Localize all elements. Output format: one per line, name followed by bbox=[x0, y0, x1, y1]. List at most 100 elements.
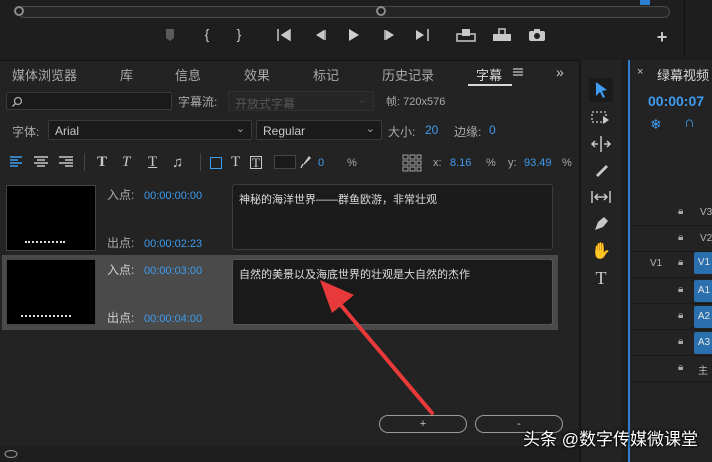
out-point-time[interactable]: 00:00:04:00 bbox=[144, 313, 202, 325]
tab-info[interactable]: 信息 bbox=[175, 65, 201, 84]
background-box-icon[interactable] bbox=[210, 157, 222, 169]
caption-stream-value: 开放式字幕 bbox=[235, 97, 296, 111]
tab-markers[interactable]: 标记 bbox=[313, 65, 339, 84]
type-tool-icon[interactable]: T bbox=[589, 266, 613, 290]
font-family-dropdown[interactable]: Arial ⌄ bbox=[48, 120, 252, 140]
lock-icon[interactable]: 🔒︎ bbox=[678, 206, 683, 217]
font-style-dropdown[interactable]: Regular ⌄ bbox=[256, 120, 382, 140]
tab-media-browser[interactable]: 媒体浏览器 bbox=[12, 65, 77, 84]
selection-tool-icon[interactable] bbox=[589, 78, 613, 102]
lock-icon[interactable]: 🔒︎ bbox=[678, 284, 683, 295]
tab-libraries[interactable]: 库 bbox=[120, 65, 133, 84]
track-target-v1[interactable]: V1 bbox=[694, 252, 712, 274]
export-frame-icon[interactable] bbox=[528, 28, 546, 42]
in-point-time[interactable]: 00:00:00:00 bbox=[144, 190, 202, 202]
caption-thumbnail[interactable] bbox=[6, 185, 96, 251]
status-bar bbox=[0, 446, 578, 462]
divider bbox=[200, 153, 201, 171]
sequence-title[interactable]: 绿幕视频 bbox=[657, 65, 709, 84]
track-target-a3[interactable]: A3 bbox=[694, 332, 712, 354]
lock-icon[interactable]: 🔒︎ bbox=[678, 362, 683, 373]
caption-stream-label: 字幕流: bbox=[178, 95, 218, 109]
edge-value[interactable]: 0 bbox=[489, 123, 496, 137]
go-to-out-icon[interactable] bbox=[414, 28, 430, 42]
mark-in-icon[interactable]: { bbox=[200, 26, 214, 42]
pen-tool-icon[interactable] bbox=[589, 212, 613, 236]
marker-icon[interactable] bbox=[164, 28, 178, 44]
align-right-icon[interactable] bbox=[58, 155, 74, 169]
y-position-value[interactable]: 93.49 bbox=[524, 157, 552, 169]
track-target-a2[interactable]: A2 bbox=[694, 306, 712, 328]
close-icon[interactable]: × bbox=[637, 66, 643, 78]
scrub-start-handle[interactable] bbox=[14, 6, 24, 16]
lock-icon[interactable]: 🔒︎ bbox=[678, 232, 683, 243]
out-point-label: 出点: bbox=[107, 236, 135, 250]
go-to-in-icon[interactable] bbox=[276, 28, 292, 42]
opacity-unit: % bbox=[347, 157, 357, 169]
y-unit: % bbox=[562, 157, 572, 169]
panel-overflow-icon[interactable]: » bbox=[556, 64, 564, 80]
playhead-scrubber[interactable] bbox=[18, 6, 670, 18]
mark-out-icon[interactable]: } bbox=[232, 26, 246, 42]
search-icon bbox=[11, 96, 23, 108]
tab-effects[interactable]: 效果 bbox=[244, 65, 270, 84]
position-grid-icon[interactable] bbox=[402, 154, 422, 172]
text-color-icon[interactable]: T bbox=[231, 154, 240, 171]
step-back-icon[interactable] bbox=[312, 28, 328, 42]
text-outline-icon[interactable]: T bbox=[250, 156, 262, 169]
lock-icon[interactable]: 🔒︎ bbox=[678, 257, 683, 268]
track-row-master: 🔒︎ 主 bbox=[630, 356, 712, 382]
align-center-icon[interactable] bbox=[33, 155, 49, 169]
caption-thumbnail[interactable] bbox=[6, 259, 96, 325]
in-point-label: 入点: bbox=[107, 188, 135, 202]
timeline-timecode[interactable]: 00:00:07 bbox=[648, 93, 704, 109]
x-unit: % bbox=[486, 157, 496, 169]
tab-captions[interactable]: 字幕 bbox=[476, 65, 502, 84]
panel-menu-icon[interactable] bbox=[512, 66, 524, 78]
ripple-edit-tool-icon[interactable] bbox=[589, 132, 613, 156]
play-icon[interactable] bbox=[346, 28, 362, 42]
caption-text-field[interactable]: 神秘的海洋世界——群鱼欧游，非常壮观 bbox=[232, 184, 553, 250]
slip-tool-icon[interactable] bbox=[589, 185, 613, 209]
chevron-down-icon: ⌄ bbox=[235, 123, 245, 135]
linked-selection-icon[interactable]: ∩ bbox=[684, 114, 695, 131]
playhead-handle[interactable] bbox=[376, 6, 386, 16]
edge-label: 边缘: bbox=[454, 125, 482, 139]
snap-icon[interactable]: ❄ bbox=[650, 116, 662, 133]
lift-icon[interactable] bbox=[456, 28, 476, 42]
track-target-a1[interactable]: A1 bbox=[694, 280, 712, 302]
divider bbox=[84, 153, 85, 171]
lock-icon[interactable]: 🔒︎ bbox=[678, 336, 683, 347]
size-label: 大小: bbox=[388, 125, 416, 139]
bold-icon[interactable]: T bbox=[97, 154, 107, 171]
x-position-value[interactable]: 8.16 bbox=[450, 157, 471, 169]
eyedropper-icon[interactable] bbox=[300, 155, 312, 169]
size-value[interactable]: 20 bbox=[425, 123, 438, 137]
out-point-time[interactable]: 00:00:02:23 bbox=[144, 238, 202, 250]
italic-icon[interactable]: T bbox=[122, 154, 130, 171]
font-label: 字体: bbox=[12, 125, 40, 139]
extract-icon[interactable] bbox=[492, 28, 512, 42]
hand-tool-icon[interactable]: ✋ bbox=[589, 240, 613, 264]
track-select-tool-icon[interactable] bbox=[589, 106, 613, 130]
in-point-time[interactable]: 00:00:03:00 bbox=[144, 265, 202, 277]
link-icon[interactable] bbox=[4, 449, 18, 459]
chevron-down-icon: ⌄ bbox=[365, 123, 375, 135]
color-swatch[interactable] bbox=[274, 155, 296, 169]
search-input[interactable] bbox=[6, 92, 172, 110]
add-button-icon[interactable]: + bbox=[654, 27, 670, 48]
music-note-icon[interactable]: ♫ bbox=[172, 154, 183, 171]
step-forward-icon[interactable] bbox=[382, 28, 398, 42]
watermark-text: 头条 @数字传媒微课堂 bbox=[523, 430, 698, 449]
razor-tool-icon[interactable] bbox=[589, 158, 613, 182]
tab-history[interactable]: 历史记录 bbox=[382, 65, 434, 84]
source-track-label[interactable]: V1 bbox=[650, 258, 662, 269]
opacity-value[interactable]: 0 bbox=[318, 157, 324, 169]
align-left-icon[interactable] bbox=[9, 155, 23, 169]
track-label: 主 bbox=[698, 366, 708, 377]
lock-icon[interactable]: 🔒︎ bbox=[678, 310, 683, 321]
underline-icon[interactable]: T bbox=[148, 154, 157, 171]
caption-preview-line bbox=[25, 241, 65, 243]
add-caption-button[interactable]: + bbox=[379, 415, 467, 433]
annotation-arrow-icon bbox=[320, 280, 434, 415]
